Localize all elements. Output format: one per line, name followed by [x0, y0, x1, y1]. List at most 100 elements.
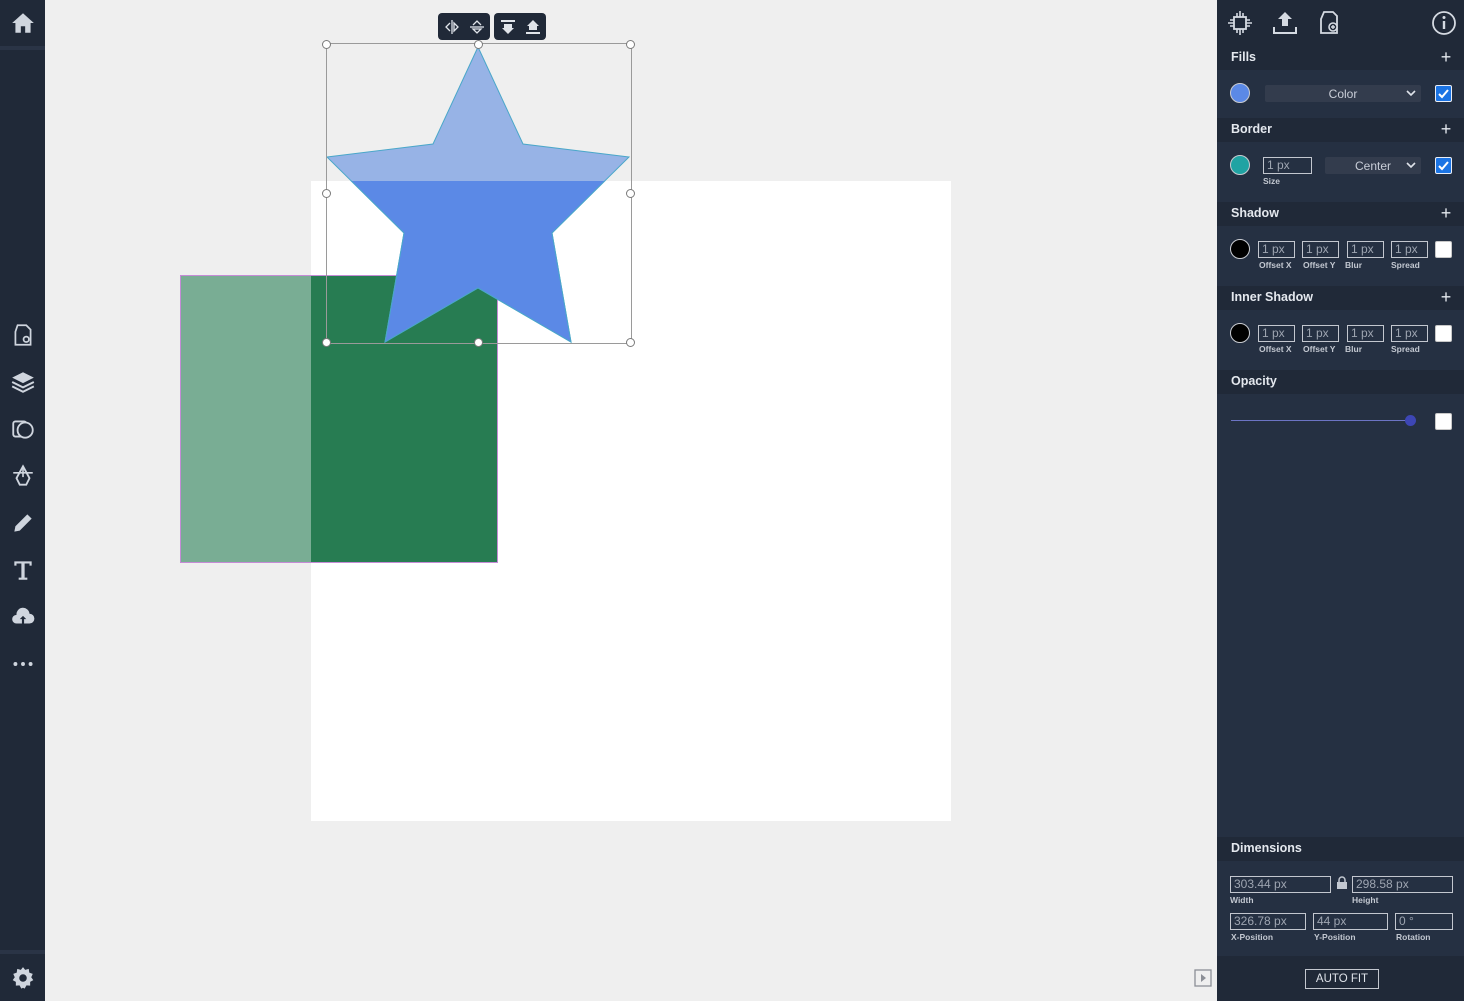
add-page-button[interactable] — [1314, 8, 1344, 38]
add-shadow-button[interactable]: + — [1438, 204, 1454, 222]
resize-handle-top-right[interactable] — [626, 40, 635, 49]
dimensions-title: Dimensions — [1231, 841, 1302, 855]
x-position-label: X-Position — [1231, 932, 1274, 942]
flip-vertical-button[interactable] — [464, 14, 489, 39]
border-title: Border — [1231, 122, 1272, 136]
shadow-spread-input[interactable]: 1 px — [1391, 241, 1428, 258]
layers-button[interactable] — [0, 362, 45, 402]
resize-handle-bottom[interactable] — [474, 338, 483, 347]
inner-shadow-title: Inner Shadow — [1231, 290, 1313, 304]
flip-horizontal-button[interactable] — [439, 14, 464, 39]
panel-collapse-icon — [1194, 969, 1212, 987]
y-position-input[interactable]: 44 px — [1313, 913, 1388, 930]
shadow-color-swatch[interactable] — [1230, 239, 1250, 259]
height-input[interactable]: 298.58 px — [1352, 876, 1453, 893]
page-add-icon — [1320, 11, 1338, 34]
border-position-select[interactable]: Center — [1325, 157, 1421, 174]
panel-top-bar — [1217, 0, 1464, 46]
inner-shadow-blur-label: Blur — [1345, 344, 1362, 354]
pen-tool-icon — [12, 464, 33, 486]
resize-handle-right[interactable] — [626, 189, 635, 198]
panel-toggle-button[interactable] — [1194, 969, 1212, 987]
shadow-offset-x-label: Offset X — [1259, 260, 1292, 270]
settings-button[interactable] — [0, 958, 45, 998]
resize-handle-left[interactable] — [322, 189, 331, 198]
circuit-button[interactable] — [1225, 8, 1255, 38]
auto-fit-button[interactable]: AUTO FIT — [1305, 969, 1379, 989]
pencil-icon — [13, 514, 32, 532]
border-size-input[interactable]: 1 px — [1263, 157, 1312, 174]
resize-handle-top[interactable] — [474, 40, 483, 49]
page-settings-button[interactable] — [0, 315, 45, 355]
shapes-icon — [11, 420, 34, 439]
border-enabled-checkbox[interactable] — [1435, 157, 1452, 174]
info-button[interactable] — [1429, 8, 1459, 38]
shape-context-toolbar — [438, 13, 546, 40]
add-fill-button[interactable]: + — [1438, 48, 1454, 66]
arrange-group — [494, 13, 546, 40]
toolbar-divider — [0, 46, 45, 50]
inner-shadow-offset-y-input[interactable]: 1 px — [1302, 325, 1339, 342]
shadow-title: Shadow — [1231, 206, 1279, 220]
resize-handle-top-left[interactable] — [322, 40, 331, 49]
inner-shadow-offset-x-input[interactable]: 1 px — [1258, 325, 1295, 342]
lock-icon[interactable] — [1336, 876, 1348, 890]
opacity-slider-thumb[interactable] — [1405, 415, 1416, 426]
fill-color-swatch[interactable] — [1230, 83, 1250, 103]
shadow-offset-x-input[interactable]: 1 px — [1258, 241, 1295, 258]
x-position-input[interactable]: 326.78 px — [1230, 913, 1306, 930]
home-icon — [11, 13, 34, 33]
shadow-section-header: Shadow + — [1217, 202, 1464, 226]
shadow-blur-label: Blur — [1345, 260, 1362, 270]
shadow-offset-y-input[interactable]: 1 px — [1302, 241, 1339, 258]
add-border-button[interactable]: + — [1438, 120, 1454, 138]
inner-shadow-spread-label: Spread — [1391, 344, 1420, 354]
layers-icon — [11, 372, 34, 393]
fills-title: Fills — [1231, 50, 1257, 64]
cloud-upload-button[interactable] — [0, 597, 45, 637]
fill-type-select[interactable]: Color — [1265, 85, 1421, 102]
resize-handle-bottom-right[interactable] — [626, 338, 635, 347]
inner-shadow-color-swatch[interactable] — [1230, 323, 1250, 343]
resize-handle-bottom-left[interactable] — [322, 338, 331, 347]
toolbar-divider — [0, 950, 45, 954]
shapes-button[interactable] — [0, 409, 45, 449]
border-color-swatch[interactable] — [1230, 155, 1250, 175]
chevron-down-icon — [1406, 162, 1416, 169]
send-to-back-button[interactable] — [520, 14, 545, 39]
add-inner-shadow-button[interactable]: + — [1438, 288, 1454, 306]
inner-shadow-spread-input[interactable]: 1 px — [1391, 325, 1428, 342]
fill-type-value: Color — [1328, 86, 1358, 101]
shadow-blur-input[interactable]: 1 px — [1347, 241, 1384, 258]
bring-to-front-button[interactable] — [495, 14, 520, 39]
properties-panel: Fills + Color Border + 1 px Size Center … — [1217, 0, 1464, 1001]
pen-tool-button[interactable] — [0, 456, 45, 496]
inner-shadow-offset-y-label: Offset Y — [1303, 344, 1336, 354]
inner-shadow-section-header: Inner Shadow + — [1217, 286, 1464, 310]
more-button[interactable] — [0, 644, 45, 684]
pencil-button[interactable] — [0, 503, 45, 543]
export-button[interactable] — [1270, 8, 1300, 38]
width-input[interactable]: 303.44 px — [1230, 876, 1331, 893]
design-canvas[interactable] — [45, 0, 1217, 1001]
flip-vertical-icon — [469, 19, 484, 34]
border-position-value: Center — [1354, 158, 1392, 173]
text-button[interactable] — [0, 550, 45, 590]
inner-shadow-enabled-checkbox[interactable] — [1435, 325, 1452, 342]
flip-group — [438, 13, 490, 40]
checkmark-icon — [1438, 161, 1449, 171]
more-icon — [12, 662, 33, 666]
upload-icon — [1273, 12, 1297, 34]
home-button[interactable] — [0, 3, 45, 43]
shadow-offset-y-label: Offset Y — [1303, 260, 1336, 270]
opacity-enabled-checkbox[interactable] — [1435, 413, 1452, 430]
rotation-input[interactable]: 0 ° — [1395, 913, 1453, 930]
fill-enabled-checkbox[interactable] — [1435, 85, 1452, 102]
flip-horizontal-icon — [444, 19, 459, 34]
shadow-enabled-checkbox[interactable] — [1435, 241, 1452, 258]
rectangle-shape-light[interactable] — [180, 275, 312, 563]
border-section-header: Border + — [1217, 118, 1464, 142]
circuit-icon — [1228, 11, 1252, 35]
inner-shadow-blur-input[interactable]: 1 px — [1347, 325, 1384, 342]
fills-section-header: Fills + — [1217, 46, 1464, 70]
